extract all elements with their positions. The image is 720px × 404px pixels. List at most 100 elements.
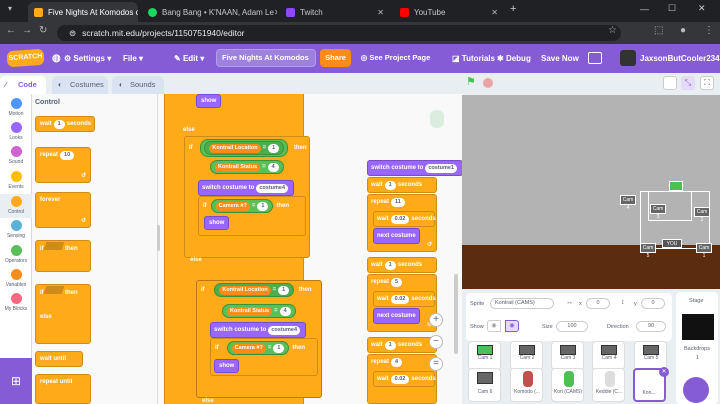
sprite-thumbnail-selected[interactable]: ✕ Kon... (633, 367, 669, 402)
block-input[interactable]: 5 (391, 278, 403, 287)
my-stuff-icon[interactable] (588, 52, 602, 64)
costume-dropdown[interactable]: costume4 (256, 184, 289, 193)
sprite-thumbnail[interactable]: Cam 5 (634, 341, 667, 370)
wait-seconds-block[interactable]: wait 0.02 seconds (373, 291, 436, 307)
wait-seconds-block[interactable]: wait 1 seconds (35, 116, 95, 132)
sprite-thumbnail[interactable]: Keddie (C... (592, 368, 625, 402)
language-globe-icon[interactable]: ◍ (52, 44, 61, 73)
see-project-page-button[interactable]: ◎ See Project Page (359, 49, 432, 67)
sprite-thumbnail[interactable]: Komodo (... (510, 368, 543, 402)
cam-button[interactable]: Cam 3 (650, 204, 666, 220)
block-input[interactable]: 1 (53, 120, 65, 129)
script-area[interactable]: show else if Kontrail Location = 1 then Ko… (158, 94, 462, 404)
forward-icon[interactable]: → (22, 25, 32, 36)
block-input[interactable]: 11 (391, 198, 405, 207)
close-tab-icon[interactable]: ✕ (377, 8, 384, 17)
add-extension-button[interactable]: ⊞ (0, 358, 32, 404)
repeat-until-block[interactable]: repeat until (35, 374, 91, 404)
debug-button[interactable]: ✱ Debug (497, 44, 531, 73)
close-tab-icon[interactable]: ✕ (491, 8, 498, 17)
variable-reporter[interactable]: Kontrail Status (227, 307, 273, 316)
block-input[interactable]: 4 (267, 163, 279, 172)
tutorials-button[interactable]: ◪ Tutorials (452, 44, 495, 73)
save-now-button[interactable]: Save Now (541, 44, 579, 73)
bookmark-star-icon[interactable]: ☆ (608, 25, 617, 36)
browser-menu-icon[interactable]: ⋮ (704, 25, 714, 36)
forever-block[interactable]: forever ↺ (35, 192, 91, 228)
profile-icon[interactable]: ● (680, 25, 686, 36)
normal-stage-button[interactable]: ⤡ (681, 76, 695, 90)
close-window-icon[interactable]: ✕ (698, 3, 706, 14)
switch-costume-block[interactable]: switch costume to costume4 (210, 322, 307, 338)
category-operators[interactable]: Operators (0, 245, 32, 264)
show-hidden-toggle[interactable]: ◉ (505, 320, 519, 332)
sprite-thumbnail[interactable]: Kori (CAMS) (551, 368, 584, 402)
add-backdrop-button[interactable] (683, 377, 709, 403)
file-menu[interactable]: File ▾ (123, 44, 143, 73)
delete-sprite-icon[interactable]: ✕ (659, 367, 669, 377)
tab-list-icon[interactable]: ▾ (4, 4, 16, 16)
project-title-input[interactable]: Five Nights At Komodos (216, 49, 316, 67)
sprite-thumbnail[interactable]: Cam 6 (468, 368, 501, 402)
wait-until-block[interactable]: wait until (35, 351, 83, 367)
small-stage-button[interactable] (663, 76, 677, 90)
block-input[interactable]: 1 (384, 261, 396, 270)
palette-scrollbar[interactable] (157, 225, 160, 251)
costume-dropdown[interactable]: costume1 (425, 164, 458, 173)
y-input[interactable]: 0 (641, 298, 665, 309)
sprite-thumbnail[interactable]: Cam 3 (551, 341, 584, 370)
avatar[interactable] (620, 50, 636, 66)
costume-dropdown[interactable]: costume4 (268, 326, 301, 335)
category-my-blocks[interactable]: My Blocks (0, 293, 32, 312)
equals-operator[interactable]: Kontrail Location = 1 (204, 141, 285, 155)
block-input[interactable]: 0.02 (390, 295, 410, 304)
cam-button[interactable]: Cam 5 (640, 243, 656, 259)
block-input[interactable]: 1 (268, 144, 280, 153)
scratch-logo[interactable]: SCRATCH (6, 48, 45, 68)
category-variables[interactable]: Variables (0, 269, 32, 288)
block-input[interactable]: 0.02 (390, 375, 410, 384)
username[interactable]: JaxsonButCooler234 (640, 44, 720, 73)
variable-reporter[interactable]: Kontrail Location (219, 286, 271, 295)
browser-tab-twitch[interactable]: Twitch ✕ (280, 2, 390, 22)
sprite-thumbnail[interactable]: Cam 1 (468, 341, 501, 370)
block-input[interactable]: 1 (384, 181, 396, 190)
cam-button[interactable]: Cam 4 (620, 195, 636, 211)
equals-operator[interactable]: Camera #? = 1 (226, 341, 290, 355)
variable-reporter[interactable]: Kontrail Location (209, 144, 261, 153)
tab-sounds[interactable]: ◖ Sounds (112, 76, 164, 94)
cam-button[interactable]: Cam 2 (694, 207, 710, 223)
category-sensing[interactable]: Sensing (0, 220, 32, 239)
site-info-icon[interactable]: ⊜ (69, 28, 76, 38)
block-input[interactable]: 1 (273, 344, 285, 353)
address-bar[interactable]: ⊜ scratch.mit.edu/projects/1150751940/edi… (57, 25, 621, 41)
equals-operator[interactable]: Kontrail Status = 4 (210, 160, 284, 174)
share-button[interactable]: Share (320, 49, 351, 67)
wait-seconds-block[interactable]: wait 1 seconds (367, 257, 437, 273)
stop-icon[interactable] (483, 78, 493, 88)
reload-icon[interactable]: ↻ (39, 25, 47, 36)
variable-reporter[interactable]: Kontrail Status (215, 163, 261, 172)
sprite-thumbnail[interactable]: Cam 4 (592, 341, 625, 370)
block-input[interactable]: 4 (391, 358, 403, 367)
tab-costumes[interactable]: ◐ Costumes (52, 76, 108, 94)
x-input[interactable]: 0 (586, 298, 610, 309)
browser-tab-scratch[interactable]: Five Nights At Komodos on Sc ✕ (28, 2, 138, 22)
next-costume-block[interactable]: next costume (373, 308, 420, 324)
tab-code[interactable]: ⁄ Code (0, 76, 46, 94)
show-block[interactable]: show (196, 94, 222, 108)
block-input[interactable]: 10 (60, 151, 75, 160)
extensions-icon[interactable]: ⬚ (654, 25, 663, 36)
zoom-reset-button[interactable]: = (429, 357, 443, 371)
wait-seconds-block[interactable]: wait 0.02 seconds (373, 371, 436, 387)
vertical-scrollbar[interactable] (454, 274, 458, 354)
wait-seconds-block[interactable]: wait 1 seconds (367, 337, 437, 353)
browser-tab-youtube[interactable]: YouTube ✕ (394, 2, 504, 22)
category-events[interactable]: Events (0, 171, 32, 190)
category-control[interactable]: Control (0, 194, 32, 218)
zoom-in-button[interactable]: + (429, 313, 443, 327)
green-flag-icon[interactable]: ⚑ (466, 77, 476, 88)
variable-reporter[interactable]: Camera #? (215, 202, 250, 211)
edit-menu[interactable]: ✎ Edit ▾ (174, 44, 204, 73)
minimize-icon[interactable]: — (640, 4, 649, 14)
